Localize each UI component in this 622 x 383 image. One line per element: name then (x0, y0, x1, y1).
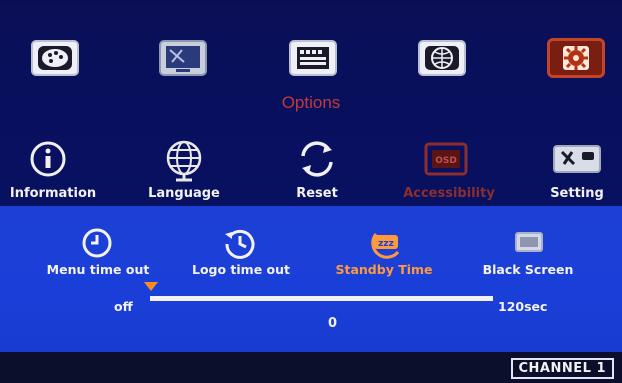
submenu-logo-time-out[interactable]: Logo time out (180, 262, 302, 277)
status-bar: CHANNEL 1 (0, 352, 622, 383)
menu-title: Options (281, 93, 341, 112)
submenu-standby-time[interactable]: Standby Time (324, 262, 444, 277)
slider-thumb[interactable] (144, 282, 158, 291)
option-setting[interactable]: Setting (540, 186, 614, 201)
info-icon[interactable] (24, 138, 72, 180)
network-icon[interactable] (413, 38, 471, 78)
option-reset[interactable]: Reset (282, 186, 352, 201)
osd-badge-text: OSD (435, 156, 457, 166)
film-icon[interactable] (284, 38, 342, 78)
option-language[interactable]: Language (136, 186, 232, 201)
screen-icon[interactable] (511, 226, 545, 260)
slider-max-label: 120sec (498, 299, 548, 314)
sleep-icon[interactable]: zzz (368, 226, 402, 260)
standby-badge-text: zzz (378, 239, 394, 249)
channel-indicator: CHANNEL 1 (510, 358, 614, 379)
palette-icon[interactable] (26, 38, 84, 78)
slider-min-label: off (114, 299, 133, 314)
osd-icon[interactable]: OSD (422, 138, 470, 180)
standby-slider[interactable] (150, 296, 493, 301)
gear-icon[interactable] (547, 38, 605, 78)
option-accessibility[interactable]: Accessibility (394, 186, 504, 201)
history-icon[interactable] (222, 226, 256, 260)
option-information[interactable]: Information (4, 186, 102, 201)
globe-icon[interactable] (160, 138, 208, 182)
submenu-menu-time-out[interactable]: Menu time out (36, 262, 160, 277)
clock-icon[interactable] (80, 226, 114, 260)
slider-value: 0 (328, 316, 338, 331)
reset-icon[interactable] (293, 138, 341, 180)
setting-icon[interactable] (552, 138, 601, 180)
display-icon[interactable] (154, 38, 212, 78)
submenu-black-screen[interactable]: Black Screen (468, 262, 588, 277)
